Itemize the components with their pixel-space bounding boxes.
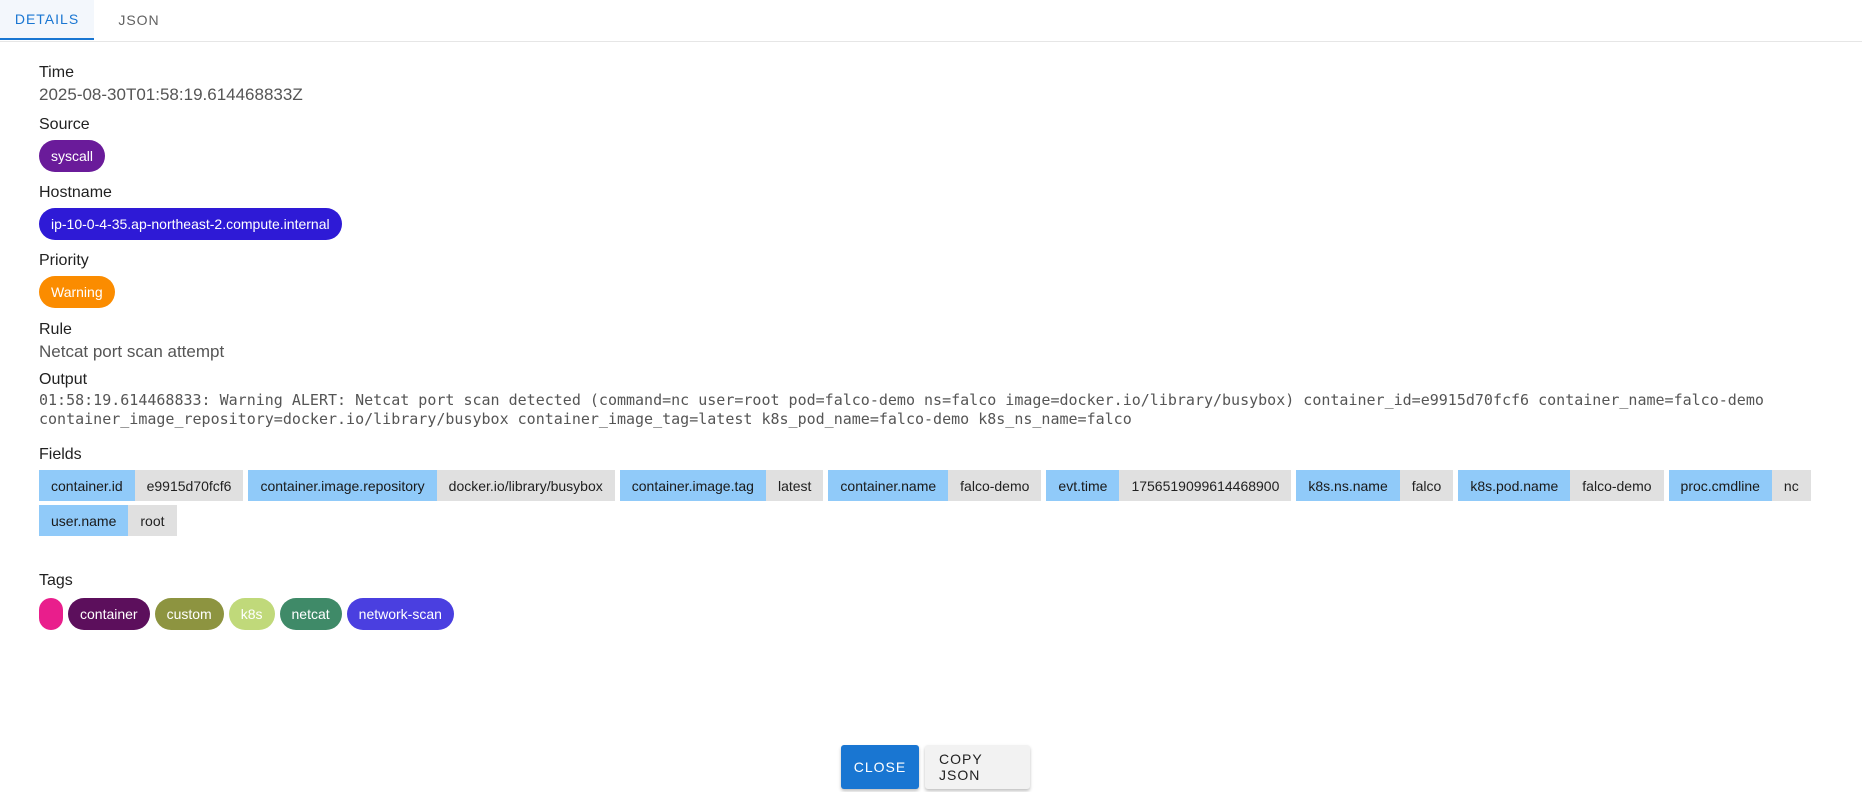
close-button[interactable]: CLOSE	[841, 745, 919, 789]
field-value: 1756519099614468900	[1119, 470, 1292, 501]
tab-json[interactable]: JSON	[94, 0, 184, 40]
field-key: proc.cmdline	[1668, 470, 1772, 501]
field-value: e9915d70fcf6	[134, 470, 244, 501]
field-value: latest	[765, 470, 824, 501]
dialog-actions: CLOSE COPY JSON	[841, 745, 1030, 789]
field-key: user.name	[39, 505, 129, 536]
rule-value: Netcat port scan attempt	[39, 342, 225, 361]
field-container-image-tag: container.image.tag latest	[619, 470, 824, 501]
fields-label: Fields	[39, 446, 82, 463]
tab-details[interactable]: DETAILS	[0, 0, 94, 40]
priority-section: Priority Warning	[39, 250, 1839, 308]
fields-list: container.id e9915d70fcf6 container.imag…	[39, 470, 1829, 536]
field-proc-cmdline: proc.cmdline nc	[1668, 470, 1811, 501]
priority-chip: Warning	[39, 276, 115, 308]
tags-section: Tags container custom k8s netcat network…	[39, 570, 1839, 630]
tag-chip-k8s: k8s	[228, 598, 275, 630]
field-value: root	[128, 505, 177, 536]
field-key: container.name	[828, 470, 949, 501]
tags-list: container custom k8s netcat network-scan	[39, 598, 1839, 630]
field-value: falco-demo	[1570, 470, 1664, 501]
field-container-id: container.id e9915d70fcf6	[39, 470, 244, 501]
output-line-2: container_image_repository=docker.io/lib…	[39, 410, 1132, 428]
tags-label: Tags	[39, 572, 73, 589]
time-section: Time 2025-08-30T01:58:19.614468833Z	[39, 62, 1839, 113]
field-k8s-pod-name: k8s.pod.name falco-demo	[1458, 470, 1664, 501]
field-evt-time: evt.time 1756519099614468900	[1046, 470, 1292, 501]
field-key: container.image.tag	[619, 470, 766, 501]
field-key: evt.time	[1046, 470, 1120, 501]
source-chip: syscall	[39, 140, 106, 172]
field-value: falco-demo	[948, 470, 1042, 501]
field-value: falco	[1399, 470, 1454, 501]
source-label: Source	[39, 116, 90, 133]
copy-json-button[interactable]: COPY JSON	[925, 745, 1030, 789]
field-key: container.image.repository	[248, 470, 437, 501]
field-container-name: container.name falco-demo	[828, 470, 1042, 501]
hostname-chip: ip-10-0-4-35.ap-northeast-2.compute.inte…	[39, 208, 342, 240]
tag-chip-network-scan: network-scan	[346, 598, 454, 630]
fields-section: Fields container.id e9915d70fcf6 contain…	[39, 444, 1839, 536]
field-k8s-ns-name: k8s.ns.name falco	[1296, 470, 1454, 501]
output-line-1: 01:58:19.614468833: Warning ALERT: Netca…	[39, 391, 1764, 409]
hostname-label: Hostname	[39, 184, 112, 201]
tag-chip-netcat: netcat	[279, 598, 342, 630]
field-key: container.id	[39, 470, 135, 501]
source-section: Source syscall	[39, 114, 1839, 172]
time-label: Time	[39, 64, 74, 81]
output-section: Output 01:58:19.614468833: Warning ALERT…	[39, 369, 1839, 429]
field-container-image-repository: container.image.repository docker.io/lib…	[248, 470, 615, 501]
priority-label: Priority	[39, 252, 89, 269]
details-panel: Time 2025-08-30T01:58:19.614468833Z Sour…	[39, 62, 1839, 630]
tag-chip-custom: custom	[154, 598, 224, 630]
tab-bar: DETAILS JSON	[0, 0, 1862, 42]
field-key: k8s.ns.name	[1296, 470, 1400, 501]
field-value: nc	[1771, 470, 1811, 501]
rule-label: Rule	[39, 321, 72, 338]
field-value: docker.io/library/busybox	[436, 470, 615, 501]
output-label: Output	[39, 371, 88, 388]
time-value: 2025-08-30T01:58:19.614468833Z	[39, 85, 303, 104]
rule-section: Rule Netcat port scan attempt	[39, 319, 1839, 369]
tag-chip-container: container	[68, 598, 150, 630]
hostname-section: Hostname ip-10-0-4-35.ap-northeast-2.com…	[39, 182, 1839, 240]
tag-chip-empty	[39, 598, 63, 630]
field-key: k8s.pod.name	[1458, 470, 1571, 501]
field-user-name: user.name root	[39, 505, 177, 536]
